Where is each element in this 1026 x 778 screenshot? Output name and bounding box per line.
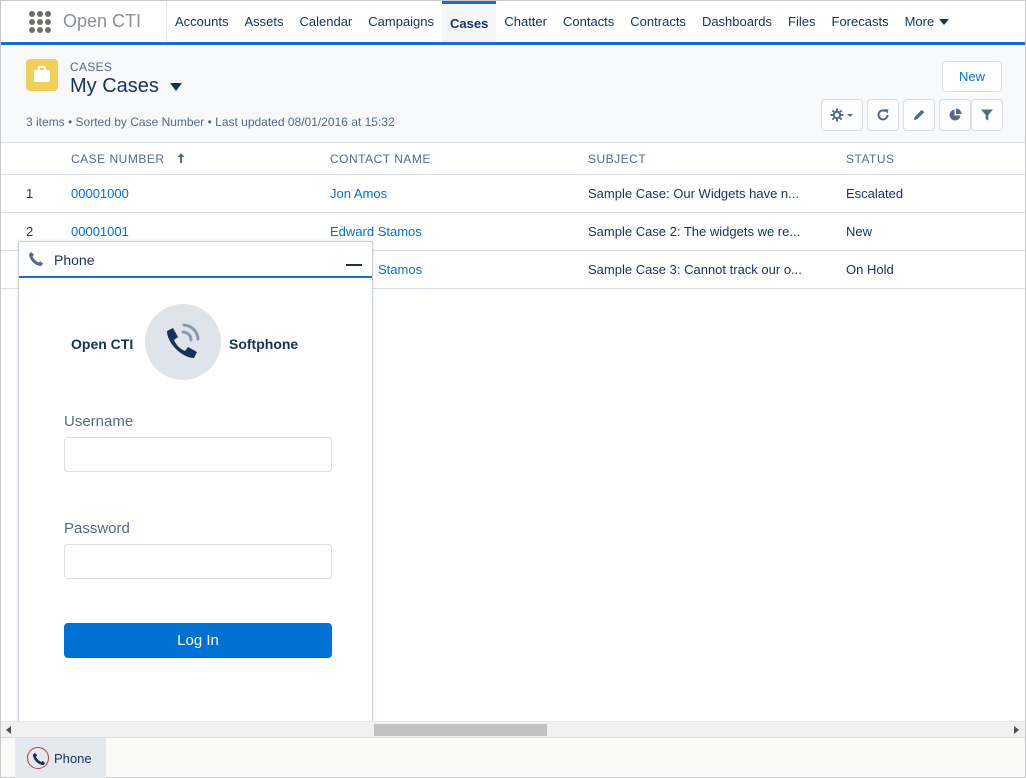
filter-icon	[981, 109, 993, 121]
column-header-label: CASE NUMBER	[71, 152, 165, 166]
sort-ascending-icon	[177, 153, 185, 163]
password-input[interactable]	[64, 544, 332, 579]
password-label: Password	[64, 520, 130, 537]
softphone-brand-left: Open CTI	[71, 336, 134, 352]
scrollbar-thumb[interactable]	[374, 724, 547, 736]
contact-name-link[interactable]: Jon Amos	[330, 186, 387, 201]
softphone-brand-right: Softphone	[229, 336, 299, 352]
tab-chatter[interactable]: Chatter	[496, 1, 555, 42]
subject-cell: Sample Case: Our Widgets have n...	[588, 186, 799, 201]
list-view-picker[interactable]: My Cases	[70, 75, 182, 98]
list-settings-button[interactable]	[821, 99, 863, 131]
tab-assets[interactable]: Assets	[236, 1, 291, 42]
phone-icon	[29, 252, 43, 266]
list-view-name: My Cases	[70, 75, 159, 97]
chevron-down-icon	[169, 82, 182, 91]
scroll-right-icon[interactable]	[1014, 726, 1019, 734]
app-launcher-area: Open CTI	[1, 1, 167, 42]
tab-campaigns[interactable]: Campaigns	[360, 1, 442, 42]
log-in-button[interactable]: Log In	[64, 623, 332, 658]
table-header-row: CASE NUMBER CONTACT NAME SUBJECT STATUS	[1, 143, 1025, 175]
utility-bar: Phone	[1, 737, 1025, 778]
utility-phone-label: Phone	[54, 751, 92, 766]
column-header-subject[interactable]: SUBJECT	[588, 152, 646, 166]
tab-more[interactable]: More	[897, 1, 958, 42]
charts-button[interactable]	[939, 99, 971, 131]
edit-icon	[914, 109, 925, 120]
refresh-button[interactable]	[867, 99, 899, 131]
case-object-icon	[26, 59, 58, 91]
subject-cell: Sample Case 3: Cannot track our o...	[588, 262, 802, 277]
column-header-contact-name[interactable]: CONTACT NAME	[330, 152, 431, 166]
tab-files[interactable]: Files	[780, 1, 823, 42]
subject-cell: Sample Case 2: The widgets we re...	[588, 224, 801, 239]
tab-more-label: More	[904, 14, 935, 29]
contact-name-link[interactable]: Edward Stamos	[330, 224, 422, 239]
softphone-title: Phone	[54, 252, 95, 268]
tab-calendar[interactable]: Calendar	[292, 1, 361, 42]
chevron-down-icon	[939, 18, 950, 25]
tab-contracts[interactable]: Contracts	[622, 1, 694, 42]
list-meta-info: 3 items • Sorted by Case Number • Last u…	[26, 115, 395, 129]
softphone-logo	[145, 304, 221, 380]
object-label: CASES	[70, 60, 113, 74]
tab-forecasts[interactable]: Forecasts	[824, 1, 897, 42]
chart-icon	[949, 108, 962, 121]
gear-icon	[830, 108, 853, 122]
filter-button[interactable]	[971, 99, 1003, 131]
utility-bar-phone-item[interactable]: Phone	[15, 738, 106, 778]
row-number: 1	[26, 186, 34, 201]
tab-dashboards[interactable]: Dashboards	[694, 1, 780, 42]
tab-contacts[interactable]: Contacts	[555, 1, 622, 42]
row-number: 2	[26, 224, 34, 239]
tab-cases[interactable]: Cases	[442, 1, 497, 42]
softphone-panel: Phone Open CTI Softphone Username Passwo…	[18, 241, 373, 737]
status-cell: Escalated	[846, 186, 904, 201]
phone-ringing-icon	[167, 323, 200, 358]
case-number-link[interactable]: 00001001	[71, 224, 129, 239]
status-cell: On Hold	[846, 262, 894, 277]
contact-name-link[interactable]: Stamos	[378, 262, 422, 277]
scroll-left-icon[interactable]	[6, 726, 11, 734]
app-launcher-icon[interactable]	[29, 10, 51, 33]
inline-edit-button[interactable]	[903, 99, 935, 131]
column-header-status[interactable]: STATUS	[846, 152, 895, 166]
horizontal-scrollbar[interactable]	[1, 721, 1025, 737]
table-row: 1 00001000 Jon Amos Sample Case: Our Wid…	[1, 175, 1025, 213]
list-view-header: CASES My Cases 3 items • Sorted by Case …	[1, 45, 1025, 143]
new-case-button[interactable]: New	[942, 61, 1002, 92]
case-number-link[interactable]: 00001000	[71, 186, 129, 201]
app-name: Open CTI	[63, 11, 142, 31]
tab-accounts[interactable]: Accounts	[167, 1, 236, 42]
global-nav: Open CTI Accounts Assets Calendar Campai…	[1, 1, 1025, 45]
nav-tabs: Accounts Assets Calendar Campaigns Cases…	[167, 1, 957, 42]
username-label: Username	[64, 413, 134, 430]
status-cell: New	[846, 224, 873, 239]
softphone-header: Phone	[19, 242, 372, 278]
username-input[interactable]	[64, 437, 332, 472]
column-header-case-number[interactable]: CASE NUMBER	[71, 152, 186, 166]
minimize-icon[interactable]	[346, 264, 362, 266]
phone-icon	[32, 752, 46, 766]
refresh-icon	[877, 109, 889, 121]
